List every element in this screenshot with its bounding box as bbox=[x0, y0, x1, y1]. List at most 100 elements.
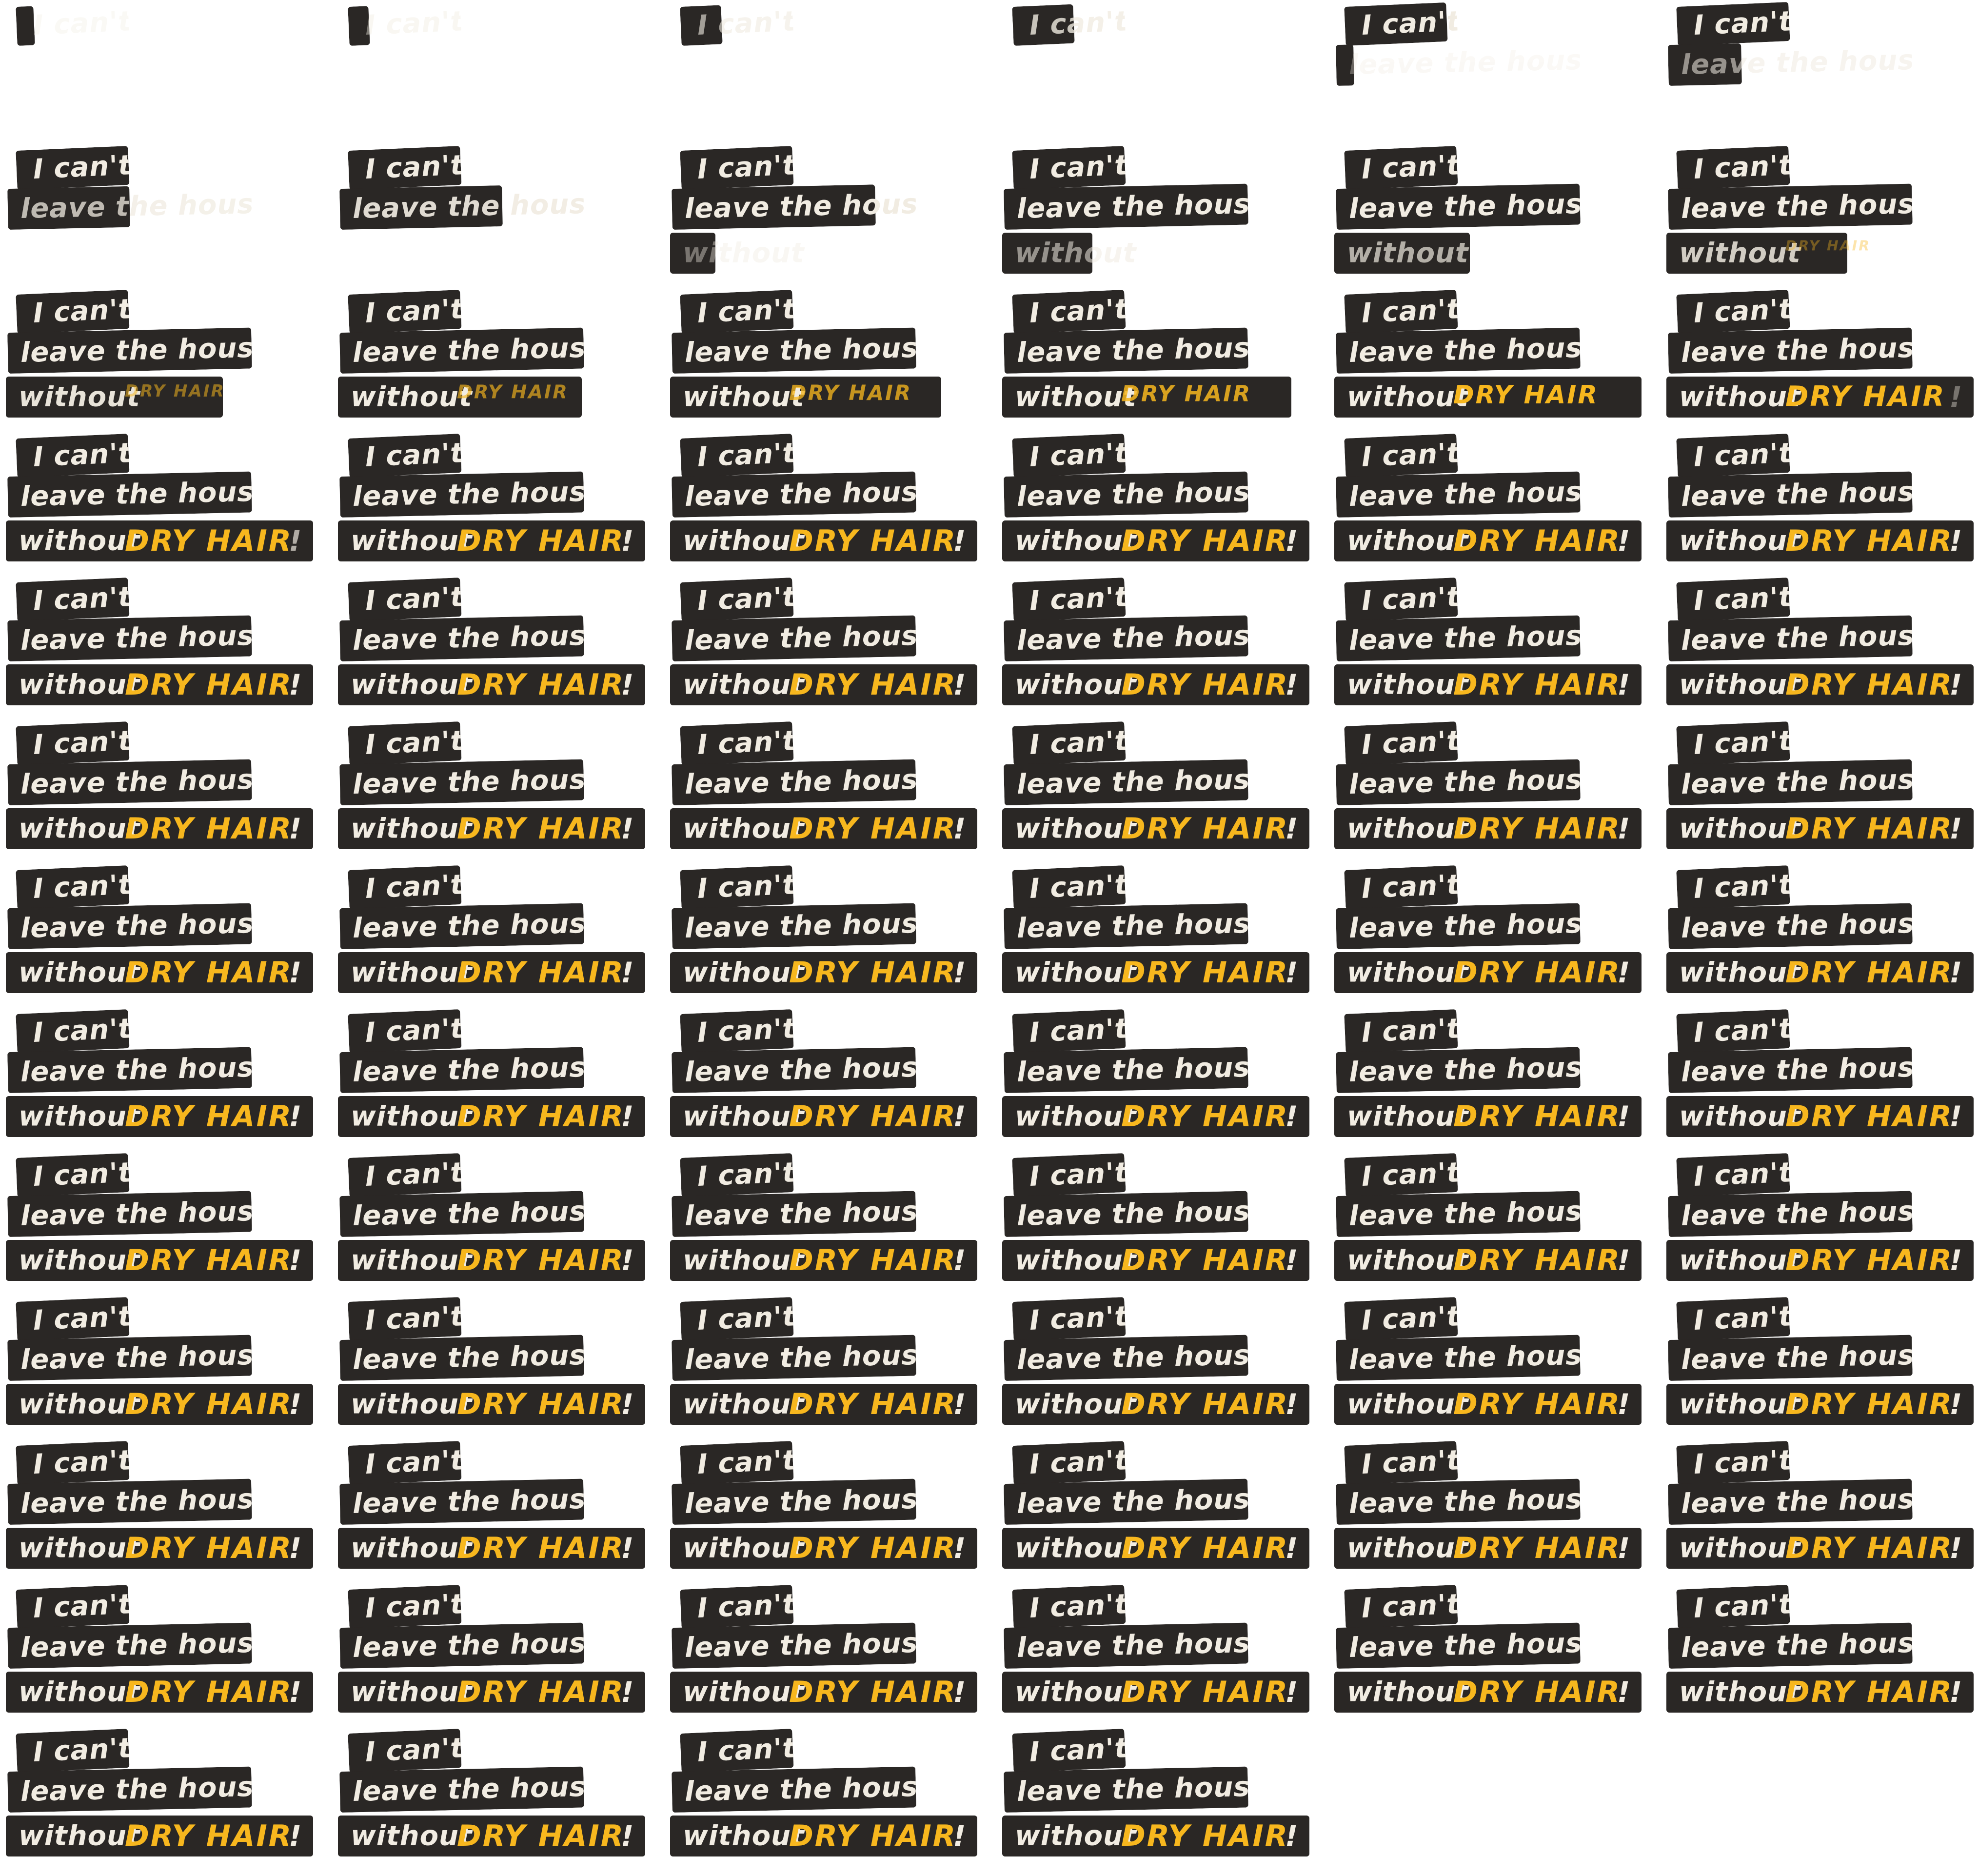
line1-strip: I can't bbox=[1344, 434, 1458, 478]
line2-strip: leave the house bbox=[339, 1478, 584, 1525]
line3c-text: ! bbox=[289, 524, 302, 558]
animation-frame: I can't leave the house without DRY HAIR! bbox=[670, 721, 992, 869]
line1-strip: I can't bbox=[680, 1153, 794, 1197]
line3-strip: without DRY HAIR! bbox=[1334, 808, 1642, 849]
line1-strip: I can't bbox=[16, 1729, 130, 1773]
line1-strip: I can't bbox=[1676, 1009, 1790, 1053]
line1-text: I can't bbox=[696, 869, 794, 905]
line2a-text: leave the house bbox=[1348, 1627, 1581, 1664]
line2-strip: leave the house bbox=[672, 1047, 916, 1093]
line3a-text: without bbox=[1347, 1676, 1469, 1708]
line3-strip: without DRY HAIR! bbox=[338, 1240, 645, 1281]
animation-frame: I can't leave the house without DRY HAIR! bbox=[6, 865, 328, 1013]
line3-strip: without bbox=[1334, 233, 1642, 274]
line1-strip: I can't bbox=[348, 1297, 462, 1341]
line3c-text: ! bbox=[621, 1244, 634, 1277]
animation-frame: I can't leave the house without DRY HAIR! bbox=[338, 434, 660, 581]
line2-strip: leave the house bbox=[1004, 327, 1248, 374]
line3-strip: without DRY HAIR! bbox=[1334, 664, 1642, 705]
line1-text: I can't bbox=[1029, 437, 1126, 473]
line1-strip: I can't bbox=[348, 1153, 462, 1197]
line3c-text: ! bbox=[1949, 524, 1963, 558]
line2-strip: leave the house bbox=[7, 184, 252, 230]
line3b-text: DRY HAIR bbox=[125, 1243, 293, 1277]
line2a-text: leave the house bbox=[352, 332, 584, 369]
animation-frame: I can't leave the house without DRY HAIR! bbox=[1002, 1585, 1324, 1732]
line3a-text: without bbox=[1347, 525, 1469, 557]
animation-frame: I can't leave the house without DRY HAIR! bbox=[1334, 434, 1656, 581]
animation-frame: I can't leave the house bbox=[6, 146, 328, 293]
line2a-text: leave the house bbox=[1016, 1339, 1248, 1376]
line1-text: I can't bbox=[364, 1588, 462, 1624]
line3c-text: ! bbox=[289, 1532, 302, 1565]
line3c-text: ! bbox=[1617, 668, 1631, 701]
line3b-text: DRY HAIR bbox=[1785, 1099, 1954, 1134]
line3-strip: without DRY HAIR bbox=[1666, 233, 1974, 274]
line3-strip: without DRY HAIR! bbox=[1666, 952, 1974, 993]
line2a-text: leave the house bbox=[1681, 1627, 1913, 1664]
line2-strip: leave the house bbox=[7, 615, 252, 661]
line1-text: I can't bbox=[1361, 1300, 1458, 1337]
line1-strip: I can't bbox=[680, 865, 794, 909]
line2a-text: leave the house bbox=[1681, 332, 1913, 369]
line2a-text: leave the house bbox=[1348, 1195, 1581, 1232]
line3b-text: DRY HAIR bbox=[1453, 1099, 1622, 1134]
line3a-text: without bbox=[351, 1676, 473, 1708]
line3a-text: without bbox=[1015, 525, 1137, 557]
line2a-text: leave the house bbox=[1681, 1339, 1913, 1376]
line3a-text: without bbox=[19, 669, 140, 701]
line2-strip: leave the house bbox=[339, 184, 584, 230]
animation-frame: I can't leave the house without DRY HAIR! bbox=[1334, 721, 1656, 869]
line3a-text: without bbox=[1015, 1244, 1137, 1277]
line3-strip: without DRY HAIR! bbox=[1002, 1528, 1309, 1569]
line3-strip: without DRY HAIR! bbox=[1666, 1240, 1974, 1281]
line3b-text: DRY HAIR bbox=[789, 1387, 957, 1421]
line1-text: I can't bbox=[364, 437, 462, 473]
animation-frame: I can't leave the house without DRY HAIR! bbox=[6, 1153, 328, 1300]
line2a-text: leave the house bbox=[1348, 1483, 1581, 1520]
line3c-text: ! bbox=[1285, 1388, 1299, 1421]
line2a-text: leave the house bbox=[1016, 1051, 1248, 1088]
line3-strip: without DRY HAIR! bbox=[1002, 808, 1309, 849]
animation-frame: I can't leave the house without DRY HAIR! bbox=[1002, 578, 1324, 725]
line1-strip: I can't bbox=[1012, 721, 1126, 765]
animation-frame: I can't leave the house without DRY HAIR! bbox=[1002, 1153, 1324, 1300]
line3a-text: without bbox=[683, 1820, 805, 1852]
line1-strip: I can't bbox=[348, 865, 462, 909]
animation-frame: I can't leave the house without DRY HAIR! bbox=[670, 1297, 992, 1444]
line3-strip: without DRY HAIR! bbox=[6, 1096, 313, 1137]
line3c-text: ! bbox=[1617, 1100, 1631, 1133]
line3a-text: without bbox=[351, 1100, 473, 1133]
line2a-text: leave the house bbox=[684, 476, 916, 513]
animation-frame: I can't leave the house without DRY HAIR! bbox=[338, 1297, 660, 1444]
line1-text: I can't bbox=[32, 1300, 130, 1337]
line3c-text: ! bbox=[953, 1819, 967, 1853]
animation-frame: I can't leave the house without DRY HAIR! bbox=[6, 721, 328, 869]
line2-strip: leave the house bbox=[339, 1191, 584, 1237]
line1-text: I can't bbox=[1693, 437, 1790, 473]
animation-frame: I can't leave the house without DRY HAIR! bbox=[338, 1441, 660, 1588]
line3b-text: DRY HAIR bbox=[1785, 956, 1954, 990]
line2-strip: leave the house bbox=[1004, 1622, 1248, 1669]
line3b-text: DRY HAIR bbox=[1785, 1675, 1954, 1709]
line2-strip: leave the house bbox=[672, 471, 916, 518]
line3c-text: ! bbox=[953, 1244, 967, 1277]
line3b-text: DRY HAIR bbox=[125, 1531, 293, 1565]
line1-text: I can't bbox=[1693, 149, 1790, 185]
line2-strip: leave the house bbox=[1336, 327, 1581, 374]
line1-strip: I can't bbox=[680, 1585, 794, 1629]
line3b-text: DRY HAIR bbox=[457, 812, 625, 846]
line3b-text: DRY HAIR bbox=[1785, 380, 1946, 413]
animation-frame: I can't bbox=[670, 5, 992, 149]
line3a-text: without bbox=[19, 1244, 140, 1277]
line2-strip: leave the house bbox=[1336, 471, 1581, 518]
line3a-text: without bbox=[351, 1820, 473, 1852]
animation-frame: I can't leave the house without DRY HAIR! bbox=[670, 1009, 992, 1157]
line1-text: I can't bbox=[364, 725, 462, 761]
line3a-text: without bbox=[1679, 957, 1801, 989]
line1-strip: I can't bbox=[1012, 1585, 1126, 1629]
line3a-text: without bbox=[1679, 669, 1801, 701]
line3b-text: DRY HAIR bbox=[125, 812, 293, 846]
line3a-text: without bbox=[19, 957, 140, 989]
line3c-text: ! bbox=[1617, 1532, 1631, 1565]
